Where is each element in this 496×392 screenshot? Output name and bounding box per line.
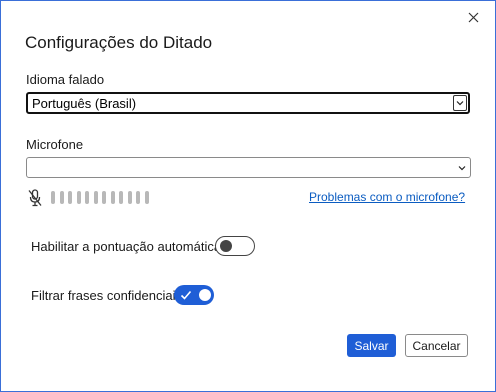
level-bar <box>51 191 55 204</box>
chevron-down-icon <box>458 165 466 171</box>
language-label: Idioma falado <box>26 72 105 87</box>
level-bar <box>68 191 72 204</box>
save-button[interactable]: Salvar <box>347 334 396 357</box>
close-icon <box>468 12 478 22</box>
level-bar <box>110 191 115 204</box>
auto-punctuation-label: Habilitar a pontuação automática <box>31 239 222 254</box>
dictation-settings-dialog: Configurações do Ditado Idioma falado Po… <box>0 0 496 392</box>
dialog-title: Configurações do Ditado <box>25 33 213 52</box>
toggle-knob <box>220 240 232 252</box>
level-bar <box>76 191 81 204</box>
level-bar <box>59 191 64 204</box>
language-select-value: Português (Brasil) <box>32 95 137 111</box>
auto-punctuation-toggle[interactable] <box>215 236 255 256</box>
level-bar <box>127 191 132 204</box>
chevron-down-icon <box>453 95 467 111</box>
level-bar <box>102 191 106 204</box>
microphone-label: Microfone <box>26 137 84 152</box>
filter-sensitive-toggle[interactable] <box>174 285 214 305</box>
level-bar <box>85 191 89 204</box>
language-select[interactable]: Português (Brasil) <box>26 92 470 114</box>
toggle-knob <box>199 289 211 301</box>
microphone-select[interactable] <box>26 157 471 178</box>
filter-sensitive-label: Filtrar frases confidenciais <box>31 288 182 303</box>
close-button[interactable] <box>459 5 487 29</box>
level-bar <box>136 191 140 204</box>
microphone-muted-icon <box>28 189 42 207</box>
level-bar <box>93 191 98 204</box>
microphone-level-meter <box>51 191 149 204</box>
level-bar <box>144 191 149 204</box>
microphone-help-link[interactable]: Problemas com o microfone? <box>309 190 465 204</box>
cancel-button[interactable]: Cancelar <box>405 334 468 357</box>
level-bar <box>119 191 123 204</box>
check-icon <box>180 290 192 300</box>
